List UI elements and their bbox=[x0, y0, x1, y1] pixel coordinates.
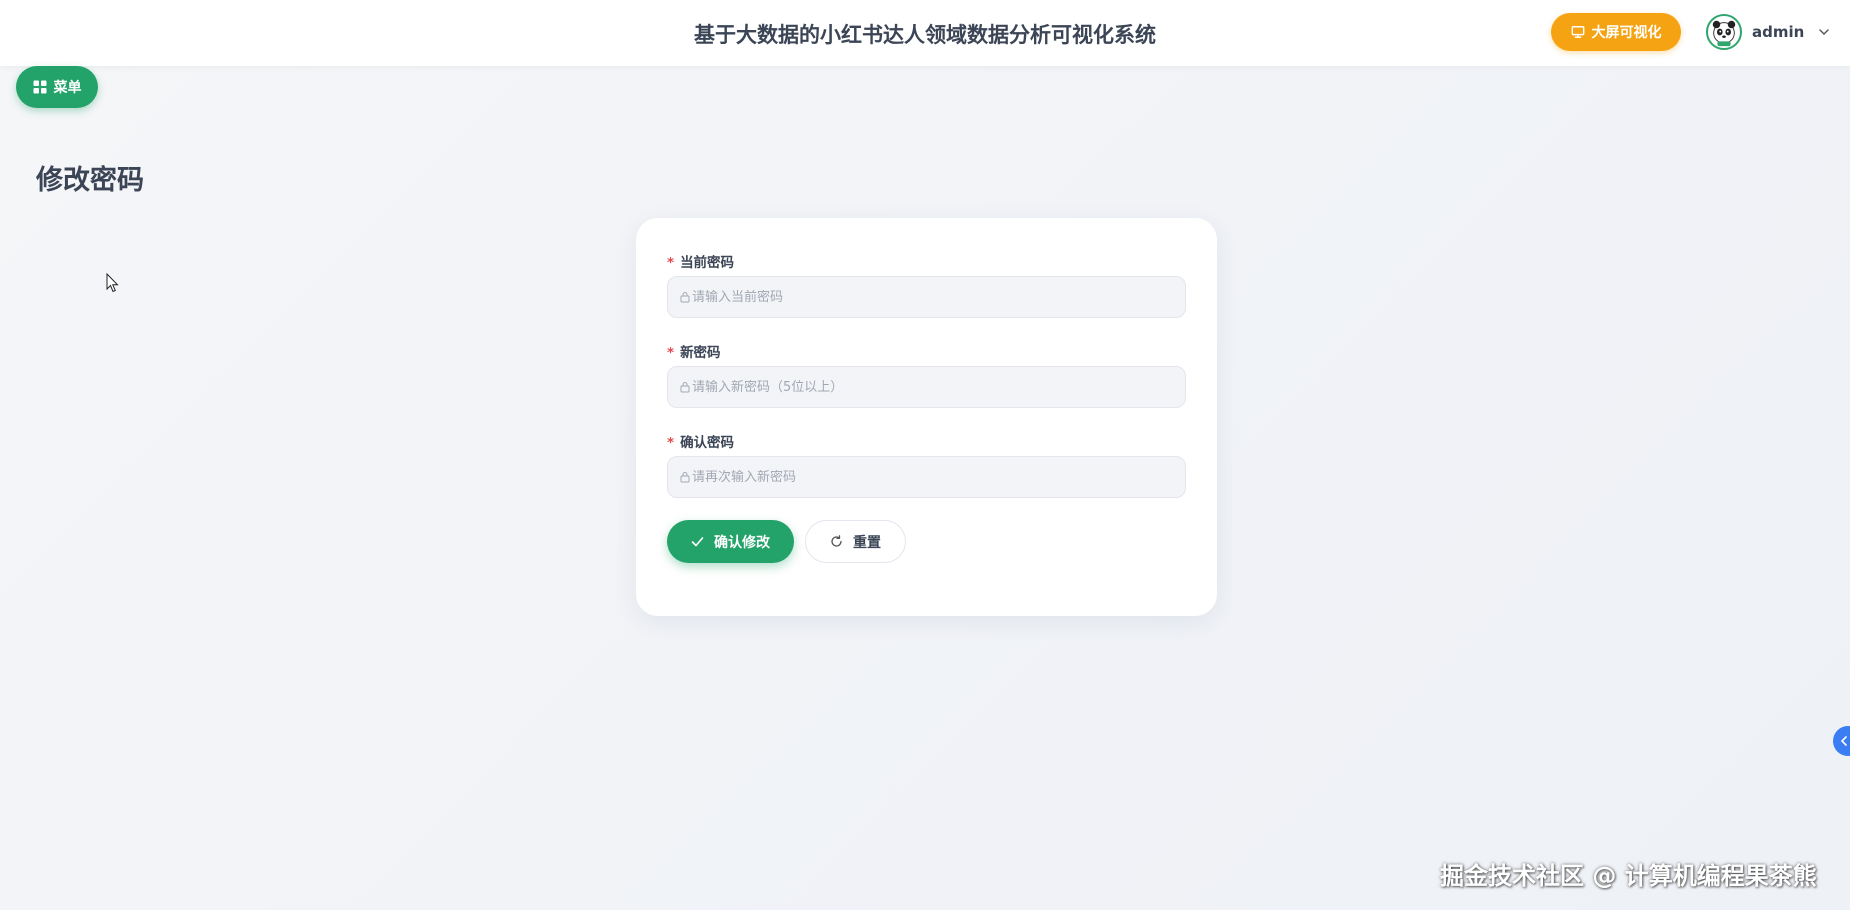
confirm-password-label: * 确认密码 bbox=[667, 435, 735, 451]
page-title: 修改密码 bbox=[36, 165, 144, 196]
big-screen-button-label: 大屏可视化 bbox=[1591, 25, 1662, 41]
top-header: 基于大数据的小红书达人领域数据分析可视化系统 大屏可视化 admin bbox=[0, 0, 1850, 66]
check-icon bbox=[691, 537, 704, 547]
confirm-change-label: 确认修改 bbox=[714, 534, 770, 551]
confirm-password-input[interactable] bbox=[692, 469, 1172, 485]
current-password-input[interactable] bbox=[692, 289, 1172, 305]
user-name[interactable]: admin bbox=[1752, 23, 1804, 41]
new-password-label: * 新密码 bbox=[667, 345, 721, 361]
lock-icon bbox=[680, 472, 690, 483]
panda-avatar[interactable] bbox=[1706, 14, 1742, 50]
side-collapse-tab[interactable] bbox=[1833, 726, 1850, 756]
required-mark: * bbox=[667, 255, 675, 271]
user-menu[interactable]: admin bbox=[1706, 13, 1830, 51]
watermark: 掘金技术社区 @ 计算机编程果茶熊 bbox=[1440, 862, 1817, 890]
current-password-label: * 当前密码 bbox=[667, 255, 735, 271]
menu-button[interactable]: 菜单 bbox=[16, 66, 98, 108]
current-password-field[interactable] bbox=[667, 276, 1186, 318]
change-password-card: * 当前密码 * 新密码 * 确认密码 确认修改 重置 bbox=[636, 218, 1217, 616]
monitor-icon bbox=[1571, 26, 1584, 38]
required-mark: * bbox=[667, 345, 675, 361]
new-password-input[interactable] bbox=[692, 379, 1172, 395]
reset-button[interactable]: 重置 bbox=[805, 520, 906, 563]
required-mark: * bbox=[667, 435, 675, 451]
chevron-down-icon[interactable] bbox=[1818, 26, 1830, 38]
lock-icon bbox=[680, 382, 690, 393]
menu-button-label: 菜单 bbox=[53, 80, 82, 96]
big-screen-button[interactable]: 大屏可视化 bbox=[1551, 13, 1681, 51]
lock-icon bbox=[680, 292, 690, 303]
confirm-password-field[interactable] bbox=[667, 456, 1186, 498]
new-password-field[interactable] bbox=[667, 366, 1186, 408]
mouse-cursor-icon bbox=[106, 273, 119, 293]
grid-icon bbox=[33, 80, 46, 94]
refresh-icon bbox=[831, 535, 842, 547]
chevron-left-icon bbox=[1840, 736, 1847, 746]
reset-label: 重置 bbox=[853, 534, 881, 551]
confirm-change-button[interactable]: 确认修改 bbox=[667, 520, 794, 563]
